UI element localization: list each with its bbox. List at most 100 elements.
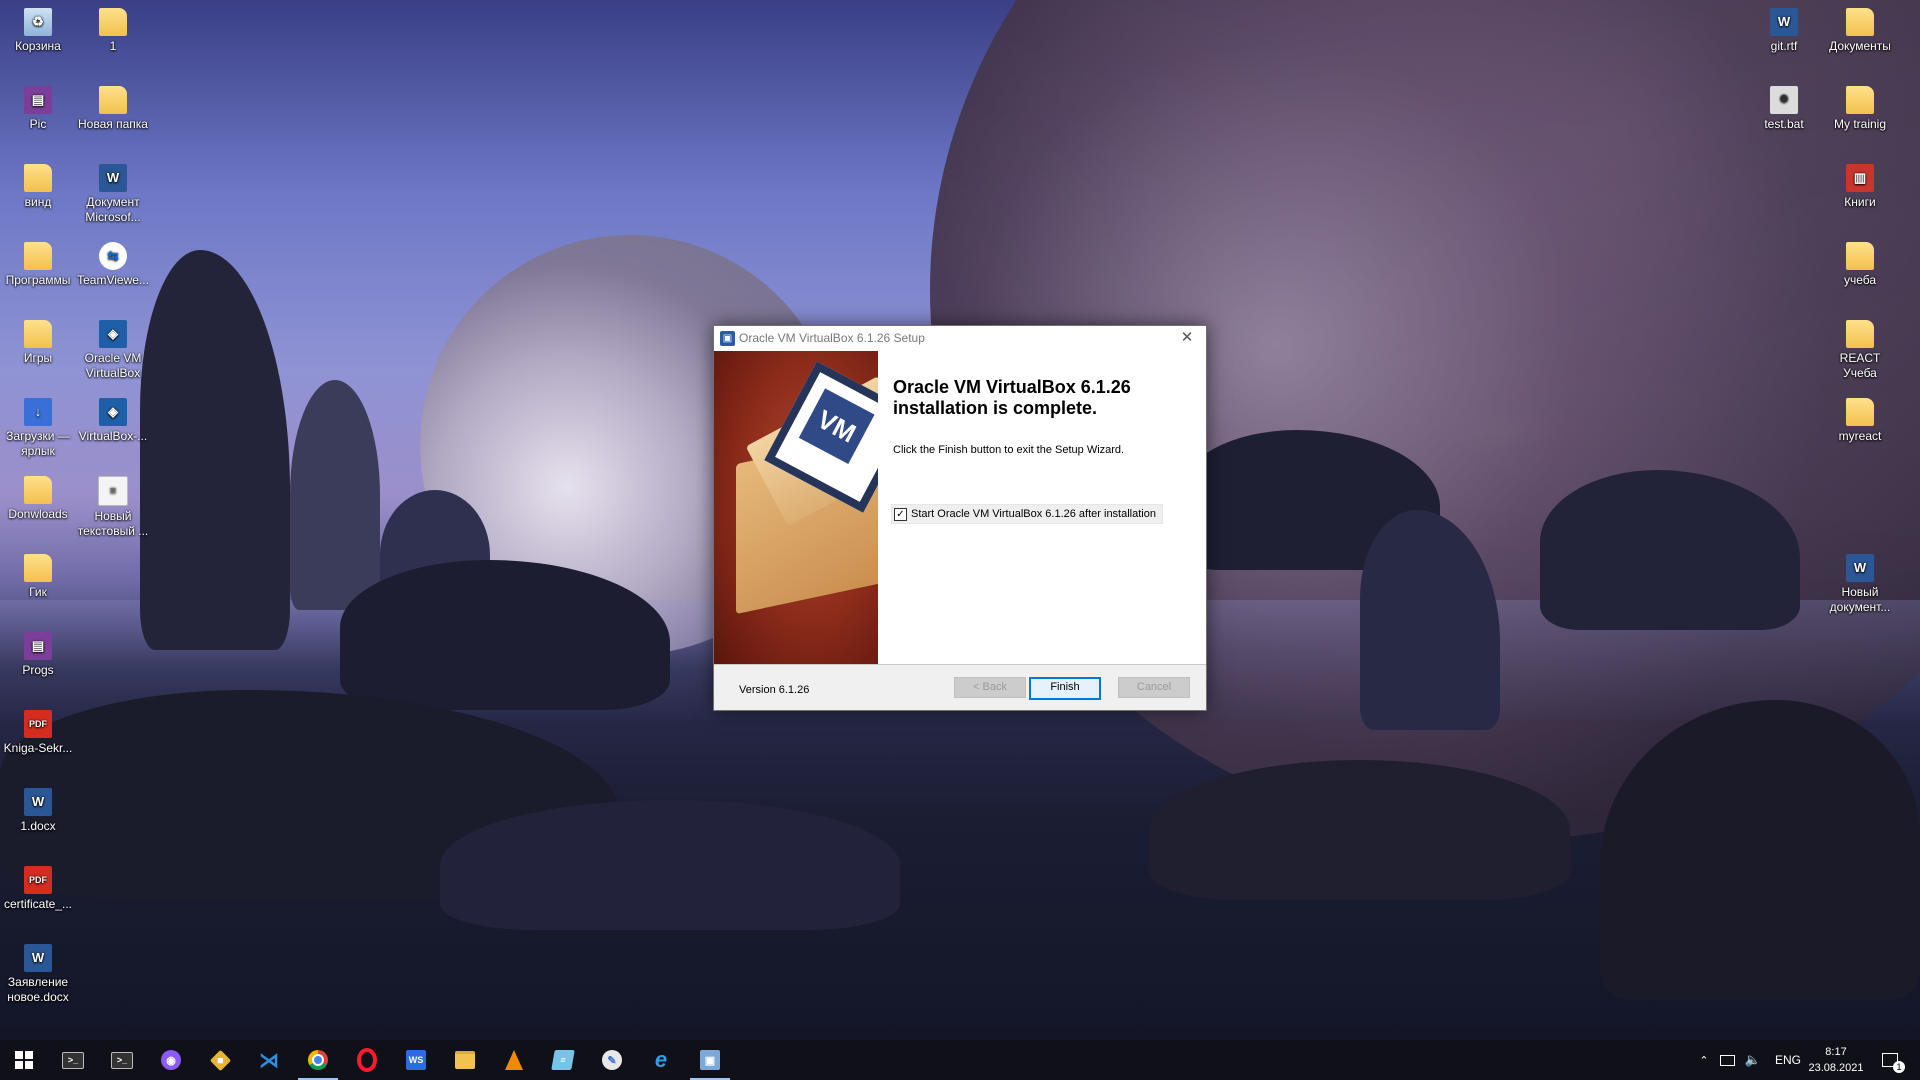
taskbar-app-installer[interactable]: ▣ <box>686 1040 734 1080</box>
desktop-icon-label: Гик <box>29 585 47 599</box>
folder-icon <box>24 164 52 192</box>
desktop-icon-react-ucheba[interactable]: REACT Учеба <box>1823 320 1897 381</box>
desktop-icon-new-document[interactable]: W Новый документ... <box>1823 554 1897 615</box>
desktop-icon-books[interactable]: ▥ Книги <box>1823 164 1897 210</box>
word-document-icon: W <box>99 164 127 192</box>
desktop-icon-new-text-file[interactable]: ≡ Новый текстовый ... <box>76 476 150 539</box>
terminal-icon: >_ <box>111 1051 133 1069</box>
desktop-icon-label: Donwloads <box>8 507 68 521</box>
taskbar-app-terminal[interactable]: >_ <box>49 1040 97 1080</box>
wallpaper-rock <box>1150 760 1570 900</box>
taskbar-app-chrome[interactable] <box>294 1040 342 1080</box>
setup-wizard-dialog: ▣ Oracle VM VirtualBox 6.1.26 Setup ✕ VM… <box>713 325 1207 711</box>
desktop-icon-test-bat[interactable]: ⚙ test.bat <box>1747 86 1821 132</box>
taskbar-app-file-explorer[interactable] <box>441 1040 489 1080</box>
taskbar-app-github-desktop[interactable]: ◉ <box>147 1040 195 1080</box>
wallpaper-rock <box>440 800 900 930</box>
desktop-icon-git-rtf[interactable]: W git.rtf <box>1747 8 1821 54</box>
desktop-icon-my-trainig[interactable]: My trainig <box>1823 86 1897 132</box>
desktop-icon-folder-1[interactable]: 1 <box>76 8 150 54</box>
desktop-icon-teamviewer[interactable]: ⇆ TeamViewe... <box>76 242 150 288</box>
network-icon[interactable] <box>1718 1040 1736 1080</box>
webstorm-icon: WS <box>406 1050 426 1070</box>
start-button[interactable] <box>0 1040 48 1080</box>
desktop-icon-zayavlenie-docx[interactable]: W Заявление новое.docx <box>1 944 75 1005</box>
dialog-footer: Version 6.1.26 < Back Finish Cancel <box>714 665 1206 710</box>
word-document-icon: W <box>1846 554 1874 582</box>
taskbar-app-vscode[interactable]: ⋊ <box>245 1040 293 1080</box>
wallpaper-rock <box>140 250 290 650</box>
desktop-icon-myreact[interactable]: myreact <box>1823 398 1897 444</box>
heading-line-2: installation is complete. <box>893 398 1098 418</box>
cancel-button[interactable]: Cancel <box>1118 677 1190 698</box>
desktop-icon-certificate-pdf[interactable]: PDF certificate_... <box>1 866 75 912</box>
chrome-icon <box>308 1050 328 1070</box>
checkbox-checked-icon[interactable]: ✓ <box>894 507 907 521</box>
desktop-icon-ucheba[interactable]: учеба <box>1823 242 1897 288</box>
desktop-icon-documents[interactable]: Документы <box>1823 8 1897 54</box>
archive-icon: ▤ <box>24 632 52 660</box>
folder-icon <box>1846 8 1874 36</box>
close-icon[interactable]: ✕ <box>1176 328 1198 348</box>
taskbar-app-notes[interactable]: ≡ <box>539 1040 587 1080</box>
desktop-icon-vind[interactable]: винд <box>1 164 75 210</box>
taskbar-app-git[interactable]: ◆ <box>196 1040 244 1080</box>
desktop-icon-gik[interactable]: Гик <box>1 554 75 600</box>
desktop-icon-downloads-shortcut[interactable]: ↓ Загрузки — ярлык <box>1 398 75 459</box>
downloads-shortcut-icon: ↓ <box>24 398 52 426</box>
taskbar-app-edge[interactable]: e <box>637 1040 685 1080</box>
desktop-icon-label: My trainig <box>1833 117 1886 131</box>
desktop-icon-new-folder[interactable]: Новая папка <box>76 86 150 132</box>
desktop-icon-games[interactable]: Игры <box>1 320 75 366</box>
desktop-icon-label: VirtualBox-... <box>78 429 148 443</box>
back-button[interactable]: < Back <box>954 677 1026 698</box>
desktop-icon-pic[interactable]: ▤ Pic <box>1 86 75 132</box>
desktop-icon-label: test.bat <box>1764 117 1804 131</box>
vlc-icon <box>505 1050 523 1070</box>
volume-icon[interactable]: 🔈 <box>1745 1040 1761 1080</box>
desktop-icon-kniga-pdf[interactable]: PDF Kniga-Sekr... <box>1 710 75 756</box>
git-icon: ◆ <box>209 1049 231 1071</box>
wallpaper-rock <box>290 380 380 610</box>
finish-instruction-text: Click the Finish button to exit the Setu… <box>893 444 1125 456</box>
desktop-icon-word-document[interactable]: W Документ Microsof... <box>76 164 150 225</box>
desktop-icon-label: Корзина <box>15 39 61 53</box>
windows-logo-icon <box>15 1051 33 1069</box>
desktop-icon-virtualbox[interactable]: ◈ Oracle VM VirtualBox <box>76 320 150 381</box>
desktop-icon-recycle-bin[interactable]: ♻ Корзина <box>1 8 75 54</box>
teamviewer-icon: ⇆ <box>99 242 127 270</box>
desktop-icon-programs[interactable]: Программы <box>1 242 75 288</box>
desktop-icon-donwloads[interactable]: Donwloads <box>1 476 75 522</box>
desktop-icon-label: Загрузки — ярлык <box>6 429 70 458</box>
desktop-icon-virtualbox-installer[interactable]: ◈ VirtualBox-... <box>76 398 150 444</box>
edge-icon: e <box>654 1047 668 1072</box>
desktop-icon-label: Новый документ... <box>1829 585 1891 614</box>
show-hidden-icons-chevron-up-icon[interactable]: ⌃ <box>1697 1040 1711 1080</box>
desktop-icon-progs[interactable]: ▤ Progs <box>1 632 75 678</box>
taskbar-app-vlc[interactable] <box>490 1040 538 1080</box>
taskbar-app-opera[interactable] <box>343 1040 391 1080</box>
word-document-icon: W <box>1770 8 1798 36</box>
clock[interactable]: 8:17 23.08.2021 <box>1806 1040 1866 1080</box>
opera-icon <box>357 1048 377 1072</box>
text-file-icon: ≡ <box>98 476 128 506</box>
folder-icon <box>24 320 52 348</box>
installer-icon: ▣ <box>700 1050 720 1070</box>
desktop-icon-label: Pic <box>29 117 47 131</box>
desktop-icon-label: винд <box>24 195 52 209</box>
paint-icon: ✎ <box>602 1050 622 1070</box>
taskbar: >_ >_ ◉ ◆ ⋊ WS ≡ ✎ e ▣ ⌃ 🔈 ENG 8:17 23.0… <box>0 1040 1920 1080</box>
finish-button[interactable]: Finish <box>1029 677 1101 700</box>
folder-icon <box>1846 242 1874 270</box>
taskbar-app-webstorm[interactable]: WS <box>392 1040 440 1080</box>
completion-heading: Oracle VM VirtualBox 6.1.26 installation… <box>893 377 1193 419</box>
desktop-icon-1-docx[interactable]: W 1.docx <box>1 788 75 834</box>
action-center-button[interactable]: 1 <box>1875 1040 1905 1080</box>
folder-icon <box>24 476 52 504</box>
start-after-install-checkbox[interactable]: ✓ Start Oracle VM VirtualBox 6.1.26 afte… <box>891 504 1163 524</box>
taskbar-app-terminal-2[interactable]: >_ <box>98 1040 146 1080</box>
input-language-indicator[interactable]: ENG <box>1772 1040 1804 1080</box>
taskbar-app-paint[interactable]: ✎ <box>588 1040 636 1080</box>
dialog-title-bar[interactable]: ▣ Oracle VM VirtualBox 6.1.26 Setup ✕ <box>714 326 1206 351</box>
desktop-icon-label: myreact <box>1838 429 1882 443</box>
